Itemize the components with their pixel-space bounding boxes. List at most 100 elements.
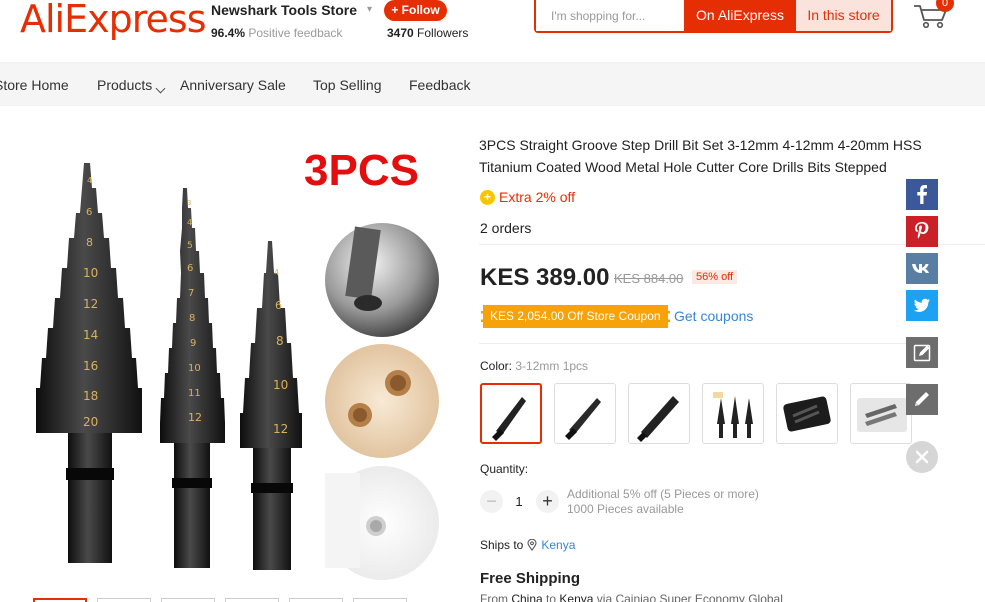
step-label: 9 bbox=[190, 338, 196, 349]
detail-metal-circle bbox=[325, 223, 439, 337]
vk-share-button[interactable] bbox=[906, 253, 938, 284]
original-price: KES 884.00 bbox=[614, 271, 684, 286]
color-label-text: Color: bbox=[480, 359, 513, 373]
followers-label: Followers bbox=[417, 26, 469, 40]
step-label: 12 bbox=[273, 422, 288, 436]
nav-top-selling[interactable]: Top Selling bbox=[313, 77, 382, 93]
selected-color-value: 3-12mm 1pcs bbox=[515, 359, 589, 373]
image-thumbnail[interactable] bbox=[225, 598, 279, 602]
twitter-share-button[interactable] bbox=[906, 290, 938, 321]
step-label: 6 bbox=[275, 299, 282, 312]
feedback-edit-button[interactable] bbox=[906, 337, 938, 368]
product-overlay-text: 3PCS bbox=[304, 146, 419, 195]
step-label: 14 bbox=[83, 328, 98, 342]
store-name[interactable]: Newshark Tools Store bbox=[211, 2, 357, 18]
coin-icon: + bbox=[480, 189, 495, 205]
step-label: 12 bbox=[188, 411, 202, 424]
color-swatch[interactable] bbox=[776, 383, 838, 444]
color-swatch[interactable] bbox=[628, 383, 690, 444]
write-review-button[interactable] bbox=[906, 384, 938, 415]
step-label: 8 bbox=[189, 313, 195, 324]
image-thumbnail[interactable] bbox=[97, 598, 151, 602]
nav-store-home[interactable]: Store Home bbox=[0, 77, 69, 93]
follow-button[interactable]: + Follow bbox=[384, 0, 447, 21]
twitter-icon bbox=[913, 298, 930, 312]
step-label: 11 bbox=[188, 388, 201, 399]
step-label: 4 bbox=[87, 176, 92, 185]
thumbnail-strip bbox=[33, 598, 407, 602]
nav-anniversary-sale[interactable]: Anniversary Sale bbox=[180, 77, 286, 93]
step-label: 12 bbox=[83, 297, 98, 311]
search-store-button[interactable]: In this store bbox=[796, 0, 891, 31]
step-label: 7 bbox=[188, 288, 194, 299]
image-thumbnail[interactable] bbox=[161, 598, 215, 602]
ship-via: via Cainiao Super Economy Global bbox=[596, 592, 783, 602]
step-label: 4 bbox=[274, 268, 279, 277]
color-swatch[interactable] bbox=[702, 383, 764, 444]
store-coupon-badge[interactable]: KES 2,054.00 Off Store Coupon bbox=[481, 305, 670, 328]
shipping-details: From China to Kenya via Cainiao Super Ec… bbox=[480, 592, 783, 602]
edit-icon bbox=[913, 344, 931, 362]
close-button[interactable] bbox=[906, 441, 938, 473]
color-swatch[interactable] bbox=[554, 383, 616, 444]
discount-badge: 56% off bbox=[692, 270, 738, 284]
positive-feedback: 96.4% Positive feedback bbox=[211, 26, 342, 40]
divider bbox=[479, 343, 909, 344]
followers-count: 3470 bbox=[387, 26, 414, 40]
vk-icon bbox=[912, 264, 929, 273]
nav-feedback[interactable]: Feedback bbox=[409, 77, 470, 93]
facebook-share-button[interactable] bbox=[906, 179, 938, 210]
chevron-down-icon[interactable] bbox=[155, 83, 166, 94]
get-coupons-link[interactable]: Get coupons bbox=[674, 308, 753, 324]
ships-to-label: Ships to bbox=[480, 538, 524, 552]
image-thumbnail[interactable] bbox=[289, 598, 343, 602]
step-label: 4 bbox=[187, 218, 192, 227]
order-count: 2 orders bbox=[480, 220, 532, 236]
step-label: 8 bbox=[276, 334, 284, 348]
search-bar: On AliExpress In this store bbox=[534, 0, 893, 33]
step-label: 20 bbox=[83, 415, 98, 429]
product-main-image[interactable]: 4 6 8 10 12 14 16 18 20 3 4 5 6 7 8 9 10… bbox=[20, 133, 450, 593]
image-thumbnail[interactable] bbox=[33, 598, 87, 602]
step-label: 10 bbox=[83, 266, 98, 280]
pencil-icon bbox=[915, 392, 929, 406]
detail-wood-circle bbox=[325, 344, 439, 458]
quantity-decrease-button[interactable]: − bbox=[480, 490, 503, 513]
feedback-label: Positive feedback bbox=[248, 26, 343, 40]
feedback-percent: 96.4% bbox=[211, 26, 246, 40]
step-label: 10 bbox=[273, 378, 288, 392]
step-label: 6 bbox=[187, 263, 193, 274]
free-shipping: Free Shipping bbox=[480, 570, 581, 587]
pinterest-share-button[interactable] bbox=[906, 216, 938, 247]
quantity-note: Additional 5% off (5 Pieces or more) 100… bbox=[567, 487, 759, 517]
stock-available: 1000 Pieces available bbox=[567, 502, 684, 516]
ship-to-word: to bbox=[546, 592, 557, 602]
facebook-icon bbox=[917, 185, 927, 204]
quantity-increase-button[interactable]: + bbox=[536, 490, 559, 513]
store-nav: Store Home Products Anniversary Sale Top… bbox=[0, 62, 985, 106]
step-label: 18 bbox=[83, 389, 98, 403]
step-label: 6 bbox=[86, 207, 92, 218]
aliexpress-logo[interactable]: AliExpress bbox=[20, 0, 206, 38]
location-pin-icon bbox=[527, 539, 537, 551]
search-aliexpress-button[interactable]: On AliExpress bbox=[684, 0, 796, 31]
step-label: 8 bbox=[86, 236, 93, 249]
ships-to-country[interactable]: Kenya bbox=[541, 538, 575, 552]
bulk-discount-note: Additional 5% off (5 Pieces or more) bbox=[567, 487, 759, 501]
ship-to-country: Kenya bbox=[559, 592, 594, 602]
color-swatch[interactable] bbox=[850, 383, 912, 444]
current-price: KES 389.00 bbox=[480, 264, 610, 291]
quantity-label: Quantity: bbox=[480, 462, 529, 476]
store-dropdown-icon[interactable]: ▾ bbox=[367, 4, 372, 15]
detail-plastic-circle bbox=[325, 466, 439, 580]
color-swatch[interactable] bbox=[480, 383, 542, 444]
color-label: Color: 3-12mm 1pcs bbox=[480, 359, 588, 373]
extra-discount-text: Extra 2% off bbox=[499, 189, 576, 205]
ships-to: Ships to Kenya bbox=[480, 538, 575, 552]
product-title: 3PCS Straight Groove Step Drill Bit Set … bbox=[479, 137, 922, 175]
quantity-input[interactable] bbox=[508, 490, 530, 513]
nav-products[interactable]: Products bbox=[97, 77, 152, 93]
step-label: 5 bbox=[187, 241, 193, 251]
search-input[interactable] bbox=[536, 0, 684, 31]
image-thumbnail[interactable] bbox=[353, 598, 407, 602]
